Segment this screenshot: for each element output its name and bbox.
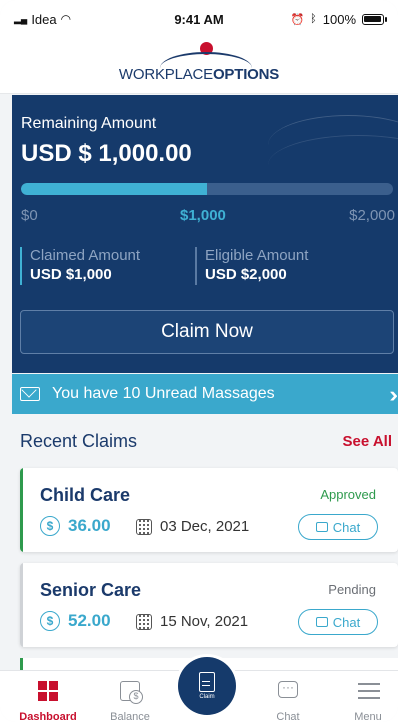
chat-button-label: Chat	[332, 614, 361, 630]
alarm-icon: ⏰	[290, 13, 305, 26]
claim-amount-value: 52.00	[68, 611, 111, 630]
bluetooth-icon: ᛒ	[310, 13, 317, 25]
chat-button-label: Chat	[332, 519, 361, 535]
logo-text-light: WORKPLACE	[118, 66, 213, 83]
claim-progress-bar	[21, 183, 393, 195]
calendar-icon	[136, 518, 152, 535]
remaining-amount-label: Remaining Amount	[21, 115, 157, 132]
claim-name: Senior Care	[40, 580, 142, 600]
balance-card: Remaining Amount USD $ 1,000.00 $0 $1,00…	[12, 95, 398, 373]
claim-card[interactable]: Senior Care Pending $ 52.00 15 Nov, 2021…	[20, 563, 398, 647]
signal-icon: ▂▄	[14, 13, 28, 24]
claimed-amount: Claimed Amount USD $1,000	[20, 247, 140, 285]
claim-fab-button[interactable]: Claim	[175, 654, 239, 718]
recent-claims-title: Recent Claims	[20, 431, 138, 451]
clock: 9:41 AM	[174, 11, 224, 27]
status-stripe	[20, 563, 23, 647]
eligible-amount: Eligible Amount USD $2,000	[195, 247, 308, 285]
envelope-icon	[20, 387, 40, 401]
double-chevron-right-icon: ››	[389, 382, 397, 407]
claim-date-value: 15 Nov, 2021	[160, 613, 249, 630]
claim-progress-fill	[21, 183, 207, 195]
claim-name: Child Care	[40, 485, 131, 505]
claim-date: 15 Nov, 2021	[136, 613, 248, 630]
chat-bubble-icon	[315, 612, 328, 627]
status-bar: ▂▄ Idea ◠ 9:41 AM ⏰ ᛒ 100%	[0, 0, 398, 38]
unread-messages-banner[interactable]: You have 10 Unread Massages ››	[12, 374, 398, 414]
see-all-link[interactable]: See All	[343, 433, 392, 450]
nav-chat-label: Chat	[276, 711, 300, 722]
battery-percent: 100%	[322, 11, 356, 27]
eligible-amount-value: USD $2,000	[205, 266, 287, 283]
claimed-amount-label: Claimed Amount	[30, 247, 141, 264]
claim-amount: $ 36.00	[40, 516, 111, 536]
claim-date-value: 03 Dec, 2021	[160, 518, 250, 535]
dollar-coin-icon: $	[40, 516, 60, 536]
scale-mid: $1,000	[180, 207, 226, 224]
claim-amount: $ 52.00	[40, 611, 111, 631]
chat-icon	[278, 680, 298, 698]
document-icon	[199, 672, 215, 692]
balance-icon	[120, 681, 143, 704]
carrier-name: Idea	[31, 11, 57, 27]
claimed-amount-value: USD $1,000	[30, 266, 112, 283]
eligible-amount-label: Eligible Amount	[205, 247, 309, 264]
claim-now-button[interactable]: Claim Now	[20, 310, 394, 354]
scale-max: $2,000	[349, 207, 395, 224]
unread-messages-text: You have 10 Unread Massages	[52, 385, 275, 402]
claim-date: 03 Dec, 2021	[136, 518, 249, 535]
dollar-coin-icon: $	[40, 611, 60, 631]
calendar-icon	[136, 613, 152, 630]
logo-text-bold: OPTIONS	[212, 66, 280, 83]
app-screen: ▂▄ Idea ◠ 9:41 AM ⏰ ᛒ 100% WORKPLACEOPTI…	[0, 0, 398, 722]
scale-min: $0	[21, 207, 38, 224]
claim-amount-value: 36.00	[68, 516, 111, 535]
nav-menu-label: Menu	[354, 711, 382, 722]
chat-bubble-icon	[315, 517, 328, 532]
claim-chat-button[interactable]: Chat	[298, 609, 378, 635]
brand-logo: WORKPLACEOPTIONS	[0, 66, 398, 83]
claim-chat-button[interactable]: Chat	[298, 514, 378, 540]
status-stripe	[20, 468, 23, 552]
claim-fab-label: Claim	[199, 694, 215, 700]
claim-status: Approved	[320, 487, 376, 502]
claim-card[interactable]: Child Care Approved $ 36.00 03 Dec, 2021…	[20, 468, 398, 552]
claim-status: Pending	[328, 582, 376, 597]
dashboard-grid-icon	[38, 681, 58, 701]
wifi-icon: ◠	[60, 12, 72, 26]
app-header: WORKPLACEOPTIONS	[0, 38, 398, 94]
menu-icon	[358, 681, 380, 701]
nav-balance-label: Balance	[110, 711, 150, 722]
battery-icon	[362, 13, 387, 25]
nav-dashboard-label: Dashboard	[19, 711, 77, 722]
remaining-amount-value: USD $ 1,000.00	[21, 140, 192, 167]
battery-fill	[364, 15, 381, 22]
